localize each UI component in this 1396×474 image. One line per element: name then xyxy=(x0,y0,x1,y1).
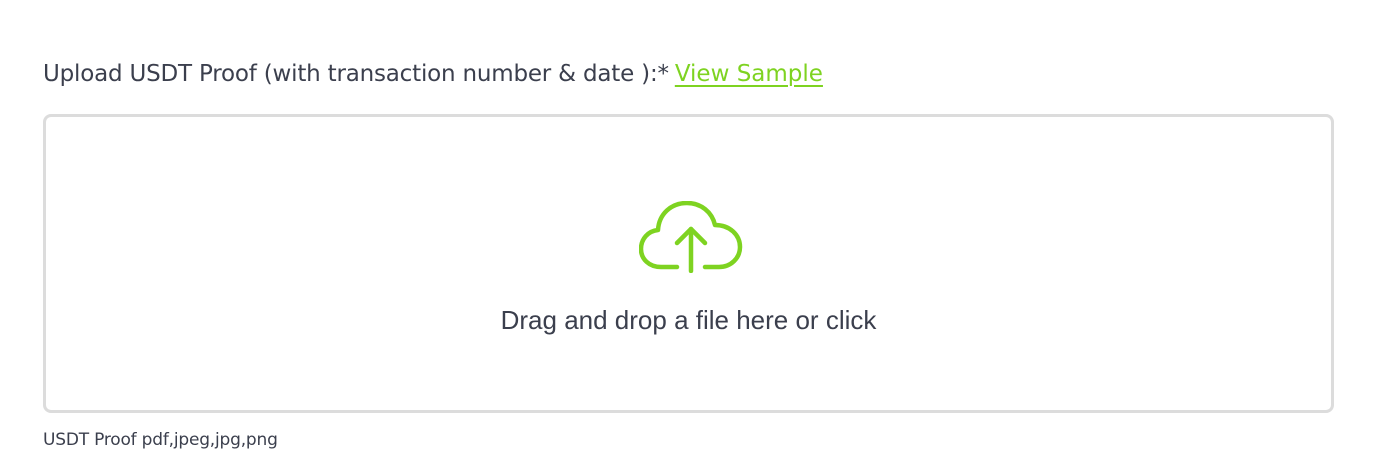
file-dropzone[interactable]: Drag and drop a file here or click xyxy=(43,114,1334,413)
upload-page: { "upload": { "label": "Upload USDT Proo… xyxy=(0,0,1396,474)
dropzone-instruction: Drag and drop a file here or click xyxy=(500,305,877,335)
view-sample-link[interactable]: View Sample xyxy=(675,61,823,87)
accepted-formats-hint: USDT Proof pdf,jpeg,jpg,png xyxy=(43,430,278,450)
upload-field-label: Upload USDT Proof (with transaction numb… xyxy=(43,58,823,90)
cloud-upload-icon xyxy=(639,201,743,273)
upload-label-text: Upload USDT Proof (with transaction numb… xyxy=(43,61,669,87)
